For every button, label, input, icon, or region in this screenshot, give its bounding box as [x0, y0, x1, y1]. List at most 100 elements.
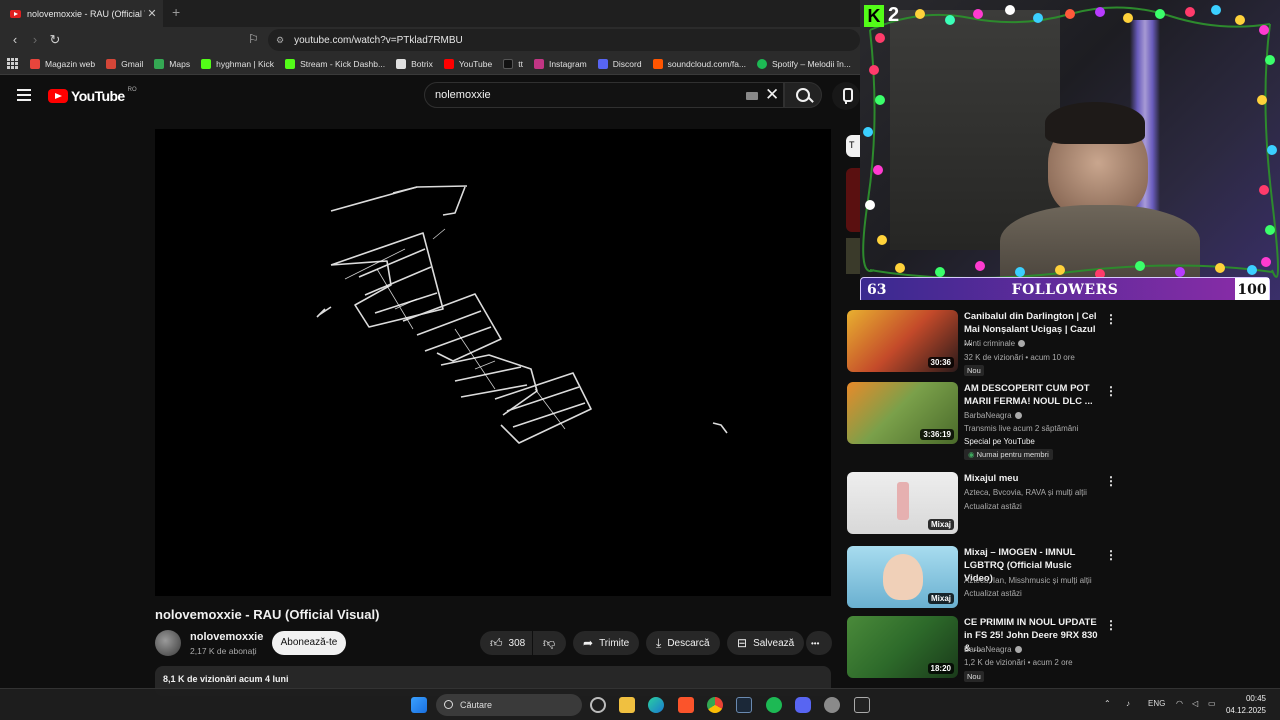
voice-search-icon[interactable]: [832, 82, 860, 110]
recommendation-channel[interactable]: Minti criminale: [964, 339, 1026, 348]
recommendation-channel[interactable]: Azteca, Bvcovia, RAVA și mulți alții: [964, 488, 1087, 497]
channel-name[interactable]: nolovemoxxie: [190, 631, 263, 643]
recommendation-thumb-partial[interactable]: [846, 168, 860, 232]
bookmark-botrix[interactable]: Botrix: [396, 58, 433, 69]
menu-icon[interactable]: [17, 89, 31, 104]
mix-thumbnail[interactable]: Mixaj: [847, 472, 958, 534]
bookmark-kick[interactable]: hyghman | Kick: [201, 58, 274, 69]
epic-games-icon[interactable]: [854, 697, 870, 713]
bookmark-instagram[interactable]: Instagram: [533, 58, 587, 69]
site-settings-icon[interactable]: ⚙: [276, 35, 284, 46]
bookmark-magazin-web[interactable]: Magazin web: [30, 58, 95, 69]
keyboard-icon[interactable]: [746, 92, 758, 100]
copilot-icon[interactable]: [590, 697, 606, 713]
mix-thumbnail[interactable]: Mixaj: [847, 546, 958, 608]
forward-icon[interactable]: ›: [26, 31, 44, 49]
spotify-icon[interactable]: [766, 697, 782, 713]
bookmark-soundcloud[interactable]: soundcloud.com/fa...: [652, 58, 746, 69]
recommendation-channel[interactable]: BarbaNeagra: [964, 411, 1022, 420]
share-button[interactable]: ➦ Trimite: [573, 631, 640, 655]
recommendation-channel[interactable]: Azteca, Ian, Misshmusic și mulți alții: [964, 576, 1092, 585]
channel-avatar[interactable]: [155, 630, 181, 656]
recommendation-channel[interactable]: BarbaNeagra: [964, 645, 1022, 654]
bookmark-icon[interactable]: ⚐: [248, 32, 259, 46]
back-icon[interactable]: ‹: [6, 31, 24, 49]
bookmark-kick-dashboard[interactable]: Stream - Kick Dashb...: [285, 58, 385, 69]
more-actions-button[interactable]: •••: [806, 631, 832, 655]
subscribe-button[interactable]: Abonează-te: [272, 631, 346, 655]
thumbs-down-icon: 👎︎: [543, 635, 556, 650]
recommendation-meta: Transmis live acum 2 săptămâni: [964, 424, 1079, 433]
recommendation-item[interactable]: 18:20 CE PRIMIM IN NOUL UPDATE in FS 25!…: [847, 616, 1127, 682]
battery-icon[interactable]: ▭: [1208, 699, 1216, 708]
steam-icon[interactable]: [736, 697, 752, 713]
bookmark-maps[interactable]: Maps: [154, 58, 190, 69]
language-indicator[interactable]: ENG: [1148, 699, 1165, 708]
new-tab-button[interactable]: +: [172, 4, 180, 20]
brave-icon[interactable]: [678, 697, 694, 713]
video-thumbnail[interactable]: 3:36:19: [847, 382, 958, 444]
more-options-icon[interactable]: ⋮: [1105, 312, 1117, 326]
browser-toolbar: ‹ › ↻ ⚐ ⚙ youtube.com/watch?v=PTklad7RMB…: [0, 27, 860, 53]
more-options-icon[interactable]: ⋮: [1105, 384, 1117, 398]
gmail-icon: [106, 58, 117, 69]
download-icon: ⤓: [656, 635, 662, 650]
maps-icon: [154, 58, 165, 69]
video-thumbnail[interactable]: 18:20: [847, 616, 958, 678]
search-input[interactable]: nolemoxxie ✕: [424, 82, 784, 108]
file-explorer-icon[interactable]: [619, 697, 635, 713]
video-thumbnail[interactable]: 30:36: [847, 310, 958, 372]
bookmark-discord[interactable]: Discord: [597, 58, 642, 69]
tray-overflow-icon[interactable]: ⌃: [1104, 699, 1111, 708]
wifi-icon[interactable]: ◠: [1176, 699, 1183, 708]
viewer-count: 2: [888, 4, 900, 26]
bookmark-youtube[interactable]: YouTube: [443, 58, 492, 69]
save-button[interactable]: ⊟ Salvează: [727, 631, 805, 655]
youtube-play-logo-icon: [48, 89, 68, 103]
tab-close-icon[interactable]: ✕: [145, 7, 159, 20]
settings-gear-icon[interactable]: [824, 697, 840, 713]
reload-icon[interactable]: ↻: [46, 31, 64, 49]
recommendation-item[interactable]: Mixaj Mixaj – IMOGEN - IMNUL LGBTRQ (Off…: [847, 546, 1127, 610]
kick-icon: [285, 58, 296, 69]
taskbar-search[interactable]: Căutare: [436, 694, 582, 716]
microphone-tray-icon[interactable]: ♪: [1126, 699, 1130, 708]
recommendation-item[interactable]: 3:36:19 AM DESCOPERIT CUM POT MARII FERM…: [847, 382, 1127, 464]
special-label: Special pe YouTube: [964, 437, 1035, 446]
windows-start-icon[interactable]: [411, 697, 427, 713]
browser-tab[interactable]: nolovemoxxie - RAU (Official Vis ✕: [0, 0, 163, 27]
more-options-icon[interactable]: ⋮: [1105, 548, 1117, 562]
video-player[interactable]: [155, 129, 831, 596]
recommendation-item[interactable]: Mixaj Mixajul meu Azteca, Bvcovia, RAVA …: [847, 472, 1127, 536]
recommendation-thumb-partial[interactable]: [846, 238, 860, 274]
youtube-logo[interactable]: YouTube RO: [48, 87, 137, 104]
bookmark-spotify[interactable]: Spotify – Melodii în...: [757, 58, 851, 69]
thumbnail-face: [883, 554, 923, 600]
more-options-icon[interactable]: ⋮: [1105, 474, 1117, 488]
chip-filter[interactable]: T: [846, 135, 860, 157]
windows-taskbar: Căutare ⌃ ♪ ENG ◠ ◁ ▭ 00:45 04.12.2025: [0, 688, 1280, 720]
video-duration: 18:20: [927, 663, 954, 674]
recommendation-title[interactable]: Mixajul meu: [964, 472, 1099, 485]
tiktok-icon: [503, 58, 514, 69]
search-button[interactable]: [784, 82, 822, 108]
bookmark-tiktok[interactable]: tt: [503, 58, 523, 69]
recommendation-item[interactable]: 30:36 Canibalul din Darlington | Cel Mai…: [847, 310, 1127, 376]
apps-grid-icon[interactable]: [7, 57, 18, 70]
address-bar[interactable]: ⚙ youtube.com/watch?v=PTklad7RMBU: [268, 29, 860, 51]
bookmark-save-icon: ⊟: [737, 636, 748, 650]
volume-icon[interactable]: ◁: [1192, 699, 1198, 708]
discord-icon[interactable]: [795, 697, 811, 713]
recommendation-title[interactable]: AM DESCOPERIT CUM POT MARII FERMA! NOUL …: [964, 382, 1099, 408]
clear-search-icon[interactable]: ✕: [765, 85, 779, 105]
more-options-icon[interactable]: ⋮: [1105, 618, 1117, 632]
download-button[interactable]: ⤓ Descarcă: [646, 631, 720, 655]
dislike-button[interactable]: 👎︎: [533, 631, 566, 655]
recommendation-meta: Actualizat astăzi: [964, 589, 1022, 598]
chrome-icon[interactable]: [707, 697, 723, 713]
like-button[interactable]: 👍︎ 308: [480, 631, 532, 655]
taskbar-clock[interactable]: 00:45 04.12.2025: [1226, 693, 1266, 717]
bookmark-gmail[interactable]: Gmail: [106, 58, 143, 69]
edge-icon[interactable]: [648, 697, 664, 713]
youtube-header: YouTube RO nolemoxxie ✕: [0, 76, 860, 116]
